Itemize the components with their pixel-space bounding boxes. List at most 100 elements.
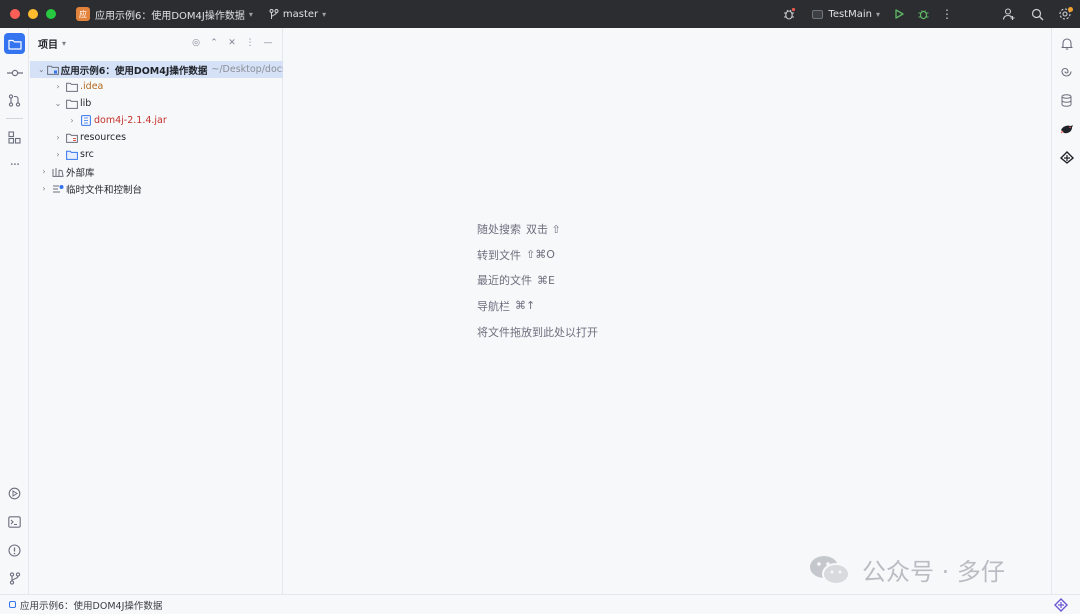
folder-icon — [7, 39, 22, 50]
tree-item-label: .idea — [80, 81, 104, 92]
debug-icon[interactable] — [914, 5, 932, 23]
run-config-icon — [812, 9, 824, 19]
plugin-tool-button[interactable] — [1057, 119, 1076, 138]
hint-shortcut: ⇧⌘O — [526, 248, 555, 262]
terminal-icon — [8, 515, 21, 528]
settings-gear-icon[interactable] — [1056, 5, 1074, 23]
terminal-tool-button[interactable] — [4, 511, 25, 532]
minimize-window-button[interactable] — [28, 9, 38, 19]
tree-item-scratches[interactable]: › 临时文件和控制台 — [30, 180, 283, 197]
collapse-all-icon[interactable]: ✕ — [226, 37, 238, 49]
tree-item-path-hint: ~/Desktop/docs/ — [211, 64, 283, 75]
watermark: 公众号 · 多仔 — [808, 552, 1005, 587]
chevron-right-icon[interactable]: › — [66, 116, 78, 125]
hint-text: 最近的文件 — [477, 274, 532, 288]
branch-name: master — [282, 8, 319, 20]
run-icon[interactable] — [890, 5, 908, 23]
right-tool-strip — [1051, 28, 1080, 594]
services-tool-button[interactable] — [4, 483, 25, 504]
tree-item-idea[interactable]: › .idea — [30, 78, 283, 95]
watermark-text: 公众号 · 多仔 — [862, 558, 1005, 586]
editor-area[interactable]: 随处搜索 双击 ⇧ 转到文件 ⇧⌘O 最近的文件 ⌘E 导航栏 ⌘↑ 将文件拖放… — [284, 28, 1050, 594]
branch-switcher[interactable]: master ▾ — [269, 8, 327, 20]
chevron-down-icon[interactable]: ⌄ — [52, 99, 64, 108]
chevron-right-icon[interactable]: › — [52, 150, 64, 159]
hint-text: 将文件拖放到此处以打开 — [477, 325, 598, 339]
chevron-down-icon[interactable]: ⌄ — [38, 65, 45, 74]
ai-assistant-tool-button[interactable] — [1057, 62, 1076, 81]
plugin-2-tool-button[interactable] — [1057, 148, 1076, 167]
database-tool-button[interactable] — [1057, 91, 1076, 110]
more-vertical-icon[interactable]: ⋮ — [938, 5, 956, 23]
project-tree: ⌄ 应用示例6：使用DOM4J操作数据 ~/Desktop/docs/ › .i… — [30, 61, 283, 197]
tree-item-lib[interactable]: ⌄ lib — [30, 95, 283, 112]
notifications-tool-button[interactable] — [1057, 34, 1076, 53]
chevron-down-icon: ▾ — [322, 9, 327, 19]
debug-bug-icon[interactable] — [780, 5, 798, 23]
module-icon — [9, 601, 16, 608]
chevron-right-icon[interactable]: › — [52, 133, 64, 142]
hint-search-everywhere: 随处搜索 双击 ⇧ — [477, 216, 598, 242]
search-icon[interactable] — [1028, 5, 1046, 23]
commit-tool-button[interactable] — [4, 62, 25, 83]
project-badge: 应 — [76, 7, 90, 21]
project-switcher[interactable]: 应 应用示例6：使用DOM4J操作数据 ▾ — [76, 7, 253, 22]
hide-panel-icon[interactable]: — — [262, 37, 274, 49]
branch-icon — [269, 8, 279, 19]
git-tool-button[interactable] — [4, 568, 25, 589]
tree-item-resources[interactable]: › resources — [30, 129, 283, 146]
run-configuration-selector[interactable]: TestMain ▾ — [812, 9, 880, 20]
hint-text: 转到文件 — [477, 248, 521, 262]
strip-divider — [6, 118, 23, 119]
expand-all-icon[interactable]: ⌃ — [208, 37, 220, 49]
tree-item-external-libraries[interactable]: › 外部库 — [30, 163, 283, 180]
add-user-icon[interactable] — [1000, 5, 1018, 23]
tree-item-label: src — [80, 149, 94, 160]
project-panel: 项目 ▾ ◎ ⌃ ✕ ⋮ — ⌄ 应用示例6：使用DOM4J操作数据 ~/Des… — [30, 28, 283, 594]
database-icon — [1061, 94, 1072, 107]
triangle-logo-icon — [1059, 151, 1074, 164]
folder-icon — [66, 99, 78, 109]
project-name: 应用示例6：使用DOM4J操作数据 — [95, 10, 245, 22]
more-tools-button[interactable]: ··· — [4, 155, 25, 176]
bird-plugin-icon — [1060, 124, 1073, 133]
chevron-down-icon: ▾ — [875, 9, 880, 19]
tree-item-label: 临时文件和控制台 — [66, 184, 143, 196]
pull-requests-tool-button[interactable] — [4, 90, 25, 111]
hint-shortcut: ⌘E — [537, 273, 555, 287]
chevron-right-icon[interactable]: › — [38, 184, 50, 193]
tree-item-project-root[interactable]: ⌄ 应用示例6：使用DOM4J操作数据 ~/Desktop/docs/ — [30, 61, 283, 78]
panel-actions: ◎ ⌃ ✕ ⋮ — — [190, 37, 274, 49]
structure-tool-button[interactable] — [4, 127, 25, 148]
close-window-button[interactable] — [10, 9, 20, 19]
zoom-window-button[interactable] — [46, 9, 56, 19]
chevron-down-icon: ▾ — [248, 9, 253, 19]
source-folder-icon — [66, 150, 78, 160]
title-bar: 应 应用示例6：使用DOM4J操作数据 ▾ master ▾ TestMain … — [0, 0, 1080, 28]
tree-item-label: resources — [80, 132, 127, 143]
hint-text: 导航栏 — [477, 299, 510, 313]
hint-shortcut: ⌘↑ — [515, 299, 536, 313]
more-icon: ··· — [9, 158, 20, 173]
tree-item-src[interactable]: › src — [30, 146, 283, 163]
tree-item-dom4j-jar[interactable]: › dom4j-2.1.4.jar — [30, 112, 283, 129]
notification-dot — [1068, 7, 1073, 12]
hint-drop-files: 将文件拖放到此处以打开 — [477, 319, 598, 345]
status-path[interactable]: 应用示例6：使用DOM4J操作数据 — [20, 598, 162, 612]
left-tool-strip: ··· — [0, 28, 29, 594]
status-plugin-icon[interactable] — [1054, 598, 1068, 612]
chevron-right-icon[interactable]: › — [52, 82, 64, 91]
editor-empty-hints: 随处搜索 双击 ⇧ 转到文件 ⇧⌘O 最近的文件 ⌘E 导航栏 ⌘↑ 将文件拖放… — [477, 216, 598, 344]
locate-file-icon[interactable]: ◎ — [190, 37, 202, 49]
chevron-down-icon[interactable]: ▾ — [62, 39, 66, 48]
chevron-right-icon[interactable]: › — [38, 167, 50, 176]
tree-item-label: dom4j-2.1.4.jar — [94, 115, 167, 126]
problems-tool-button[interactable] — [4, 540, 25, 561]
project-tool-button[interactable] — [4, 33, 25, 54]
problems-icon — [8, 544, 21, 557]
hint-navigation-bar: 导航栏 ⌘↑ — [477, 293, 598, 319]
hint-shortcut: 双击 ⇧ — [526, 222, 561, 236]
tree-item-label: 应用示例6：使用DOM4J操作数据 — [60, 65, 208, 77]
library-icon — [52, 167, 64, 177]
options-icon[interactable]: ⋮ — [244, 37, 256, 49]
